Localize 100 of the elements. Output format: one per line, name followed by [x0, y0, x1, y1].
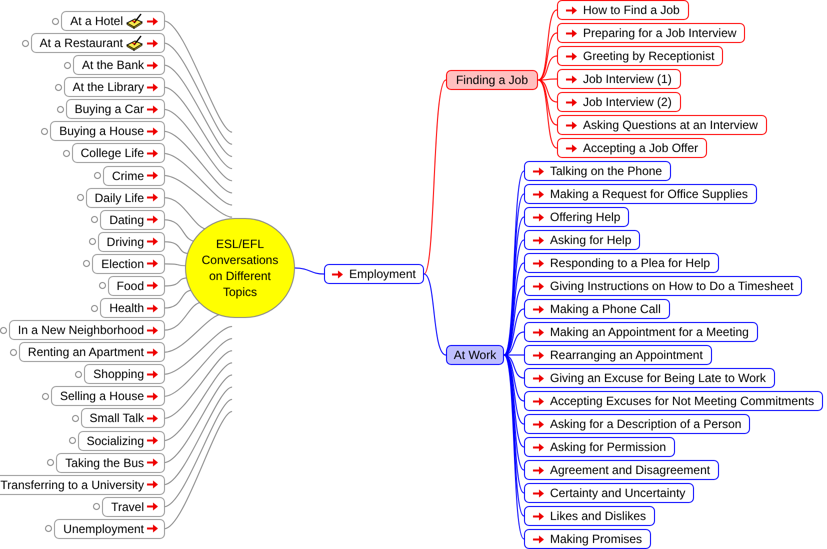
arrow-icon[interactable]: [147, 215, 158, 224]
arrow-icon[interactable]: [566, 52, 577, 60]
collapse-handle[interactable]: [76, 194, 84, 202]
topic-node[interactable]: Asking Questions at an Interview: [557, 115, 767, 135]
collapse-handle[interactable]: [68, 437, 76, 444]
arrow-icon[interactable]: [533, 466, 544, 474]
arrow-icon[interactable]: [533, 374, 544, 382]
topic-node[interactable]: Agreement and Disagreement: [524, 460, 720, 480]
topic-node[interactable]: Certainty and Uncertainty: [524, 483, 694, 503]
topic-node[interactable]: Responding to a Plea for Help: [524, 253, 720, 273]
topic-node[interactable]: Job Interview (1): [557, 69, 681, 89]
branch-node[interactable]: Finding a Job: [446, 70, 538, 90]
arrow-icon[interactable]: [147, 38, 158, 48]
topic-node[interactable]: Health: [100, 298, 165, 318]
arrow-icon[interactable]: [147, 193, 158, 202]
arrow-icon[interactable]: [147, 82, 158, 92]
topic-node[interactable]: Socializing: [78, 430, 165, 451]
topic-node[interactable]: In a New Neighborhood: [8, 320, 165, 340]
topic-node[interactable]: Preparing for a Job Interview: [557, 23, 746, 43]
arrow-icon[interactable]: [147, 392, 158, 401]
collapse-handle[interactable]: [52, 18, 60, 24]
collapse-handle[interactable]: [10, 348, 17, 356]
arrow-icon[interactable]: [147, 502, 158, 512]
topic-node[interactable]: Food: [108, 276, 165, 296]
topic-node[interactable]: Job Interview (2): [557, 92, 681, 112]
collapse-handle[interactable]: [42, 392, 49, 400]
collapse-handle[interactable]: [91, 304, 98, 312]
topic-node[interactable]: Election: [92, 254, 165, 274]
topic-node[interactable]: Making a Phone Call: [524, 299, 670, 319]
collapse-handle[interactable]: [0, 326, 7, 334]
topic-node[interactable]: Making a Request for Office Supplies: [524, 184, 757, 204]
topic-node[interactable]: At a Restaurant: [30, 33, 165, 54]
topic-node[interactable]: Taking the Bus: [56, 452, 165, 473]
collapse-handle[interactable]: [64, 62, 71, 69]
collapse-handle[interactable]: [98, 282, 106, 290]
topic-node[interactable]: Transferring to a University: [0, 474, 165, 495]
collapse-handle[interactable]: [75, 370, 82, 378]
arrow-icon[interactable]: [533, 236, 544, 244]
arrow-icon[interactable]: [147, 480, 158, 490]
arrow-icon[interactable]: [147, 237, 158, 246]
topic-node[interactable]: Asking for Help: [524, 230, 640, 250]
topic-node[interactable]: Asking for a Description of a Person: [524, 414, 750, 434]
topic-node[interactable]: Talking on the Phone: [524, 161, 672, 181]
arrow-icon[interactable]: [533, 442, 544, 452]
arrow-icon[interactable]: [533, 350, 544, 360]
topic-node[interactable]: At a Hotel: [61, 11, 165, 31]
topic-node[interactable]: Buying a Car: [66, 99, 165, 120]
topic-node[interactable]: Dating: [100, 210, 165, 230]
topic-node[interactable]: Selling a House: [50, 386, 165, 406]
topic-node[interactable]: Driving: [98, 232, 165, 252]
arrow-icon[interactable]: [147, 414, 158, 423]
topic-node[interactable]: Shopping: [84, 364, 165, 384]
topic-node[interactable]: Offering Help: [524, 207, 630, 227]
note-pencil-icon[interactable]: [126, 35, 144, 52]
topic-node[interactable]: Making an Appointment for a Meeting: [524, 322, 758, 342]
arrow-icon[interactable]: [147, 281, 158, 290]
collapse-handle[interactable]: [45, 525, 52, 532]
collapse-handle[interactable]: [54, 84, 62, 91]
arrow-icon[interactable]: [147, 259, 158, 268]
arrow-icon[interactable]: [533, 190, 544, 198]
branch-node[interactable]: At Work: [446, 345, 504, 365]
topic-node[interactable]: Buying a House: [50, 121, 165, 142]
collapse-handle[interactable]: [93, 503, 100, 510]
arrow-icon[interactable]: [533, 534, 544, 544]
arrow-icon[interactable]: [147, 16, 158, 26]
topic-node[interactable]: At the Bank: [72, 55, 165, 76]
arrow-icon[interactable]: [566, 28, 577, 38]
arrow-icon[interactable]: [147, 60, 158, 70]
collapse-handle[interactable]: [56, 106, 64, 113]
collapse-handle[interactable]: [83, 260, 90, 268]
arrow-icon[interactable]: [533, 282, 544, 290]
topic-node[interactable]: Giving Instructions on How to Do a Timesheet: [524, 276, 802, 296]
arrow-icon[interactable]: [147, 171, 158, 180]
note-pencil-icon[interactable]: [126, 13, 144, 29]
arrow-icon[interactable]: [147, 126, 158, 136]
topic-node[interactable]: Small Talk: [80, 408, 165, 428]
arrow-icon[interactable]: [332, 270, 344, 278]
topic-node[interactable]: Travel: [102, 496, 165, 517]
topic-node[interactable]: Employment: [324, 264, 424, 284]
topic-node[interactable]: Rearranging an Appointment: [524, 345, 712, 365]
central-topic[interactable]: ESL/EFL Conversations on Different Topics: [185, 218, 295, 318]
topic-node[interactable]: How to Find a Job: [557, 0, 689, 20]
arrow-icon[interactable]: [533, 328, 544, 336]
topic-node[interactable]: College Life: [72, 143, 165, 164]
collapse-handle[interactable]: [62, 150, 70, 157]
topic-node[interactable]: At the Library: [64, 77, 165, 98]
arrow-icon[interactable]: [533, 420, 544, 428]
collapse-handle[interactable]: [72, 414, 79, 422]
topic-node[interactable]: Greeting by Receptionist: [557, 46, 724, 66]
arrow-icon[interactable]: [147, 524, 158, 534]
topic-node[interactable]: Crime: [103, 166, 165, 186]
arrow-icon[interactable]: [533, 258, 544, 268]
collapse-handle[interactable]: [41, 128, 48, 135]
arrow-icon[interactable]: [566, 6, 577, 14]
arrow-icon[interactable]: [147, 326, 158, 335]
arrow-icon[interactable]: [566, 144, 577, 152]
topic-node[interactable]: Daily Life: [86, 188, 165, 208]
collapse-handle[interactable]: [22, 40, 29, 47]
arrow-icon[interactable]: [566, 74, 577, 84]
arrow-icon[interactable]: [147, 348, 158, 357]
